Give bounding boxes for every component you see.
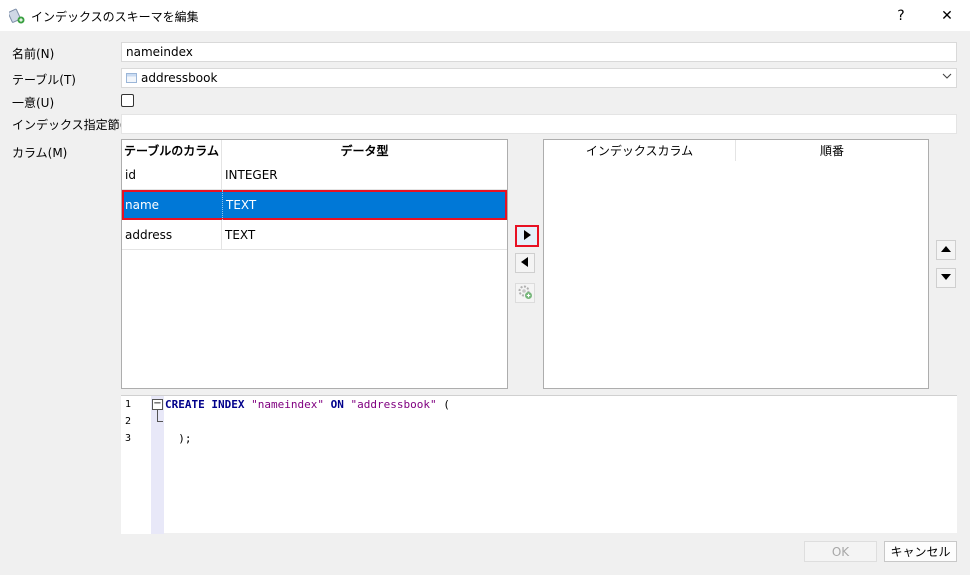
table-icon <box>126 73 137 83</box>
clause-label: インデックス指定節(X) <box>12 118 138 132</box>
gear-add-icon <box>517 284 533 303</box>
column-header-name[interactable]: テーブルのカラム <box>122 140 222 161</box>
line-number: 3 <box>125 433 132 444</box>
sql-preview-editor[interactable]: 1 2 3 − CREATE INDEX "nameindex" ON "add… <box>121 395 957 534</box>
left-triangle-icon <box>520 256 530 271</box>
cell-column-name: address <box>122 220 222 250</box>
table-columns-grid: テーブルのカラム データ型 id INTEGER name TEXT addre… <box>121 139 508 389</box>
name-input[interactable] <box>122 43 956 61</box>
remove-column-button[interactable] <box>515 253 535 273</box>
fold-end <box>157 421 163 422</box>
chevron-down-icon[interactable] <box>942 71 952 84</box>
code-line-3: ); <box>178 432 192 445</box>
unique-label: 一意(U) <box>12 96 55 110</box>
help-button[interactable]: ? <box>878 0 924 31</box>
move-up-button[interactable] <box>936 240 956 260</box>
ok-button[interactable]: OK <box>804 541 877 562</box>
auto-generate-button[interactable] <box>515 283 535 303</box>
table-label: テーブル(T) <box>12 73 76 87</box>
add-column-button[interactable] <box>515 225 539 247</box>
unique-checkbox[interactable] <box>121 94 134 107</box>
column-header-index-column[interactable]: インデックスカラム <box>544 140 736 161</box>
fold-toggle-icon[interactable]: − <box>152 399 163 410</box>
name-label: 名前(N) <box>12 47 55 61</box>
name-field-box <box>121 42 957 62</box>
columns-label: カラム(M) <box>12 146 68 160</box>
cell-data-type: TEXT <box>222 190 507 220</box>
table-select-value: addressbook <box>141 71 218 85</box>
index-columns-grid: インデックスカラム 順番 <box>543 139 929 389</box>
column-header-type[interactable]: データ型 <box>222 140 507 161</box>
index-schema-icon <box>7 8 25 24</box>
table-row-selected[interactable]: name TEXT <box>122 190 507 220</box>
line-number-gutter: 1 2 3 − <box>121 396 164 534</box>
code-line-1: CREATE INDEX "nameindex" ON "addressbook… <box>165 398 450 411</box>
cell-column-name: name <box>125 198 160 212</box>
move-down-button[interactable] <box>936 268 956 288</box>
clause-input[interactable] <box>122 115 956 133</box>
cell-column-name: id <box>122 160 222 190</box>
line-number: 2 <box>125 416 132 427</box>
clause-field-box <box>121 114 957 134</box>
cell-data-type: TEXT <box>222 220 507 250</box>
table-select[interactable]: addressbook <box>121 68 957 88</box>
right-triangle-icon <box>522 229 532 244</box>
title-bar: インデックスのスキーマを編集 ? ✕ <box>0 0 970 31</box>
window-title: インデックスのスキーマを編集 <box>31 10 199 24</box>
cell-data-type: INTEGER <box>222 160 507 190</box>
cancel-button[interactable]: キャンセル <box>884 541 957 562</box>
up-triangle-icon <box>940 243 952 257</box>
close-button[interactable]: ✕ <box>924 0 970 31</box>
column-header-order[interactable]: 順番 <box>736 140 928 161</box>
down-triangle-icon <box>940 271 952 285</box>
line-number: 1 <box>125 399 132 410</box>
